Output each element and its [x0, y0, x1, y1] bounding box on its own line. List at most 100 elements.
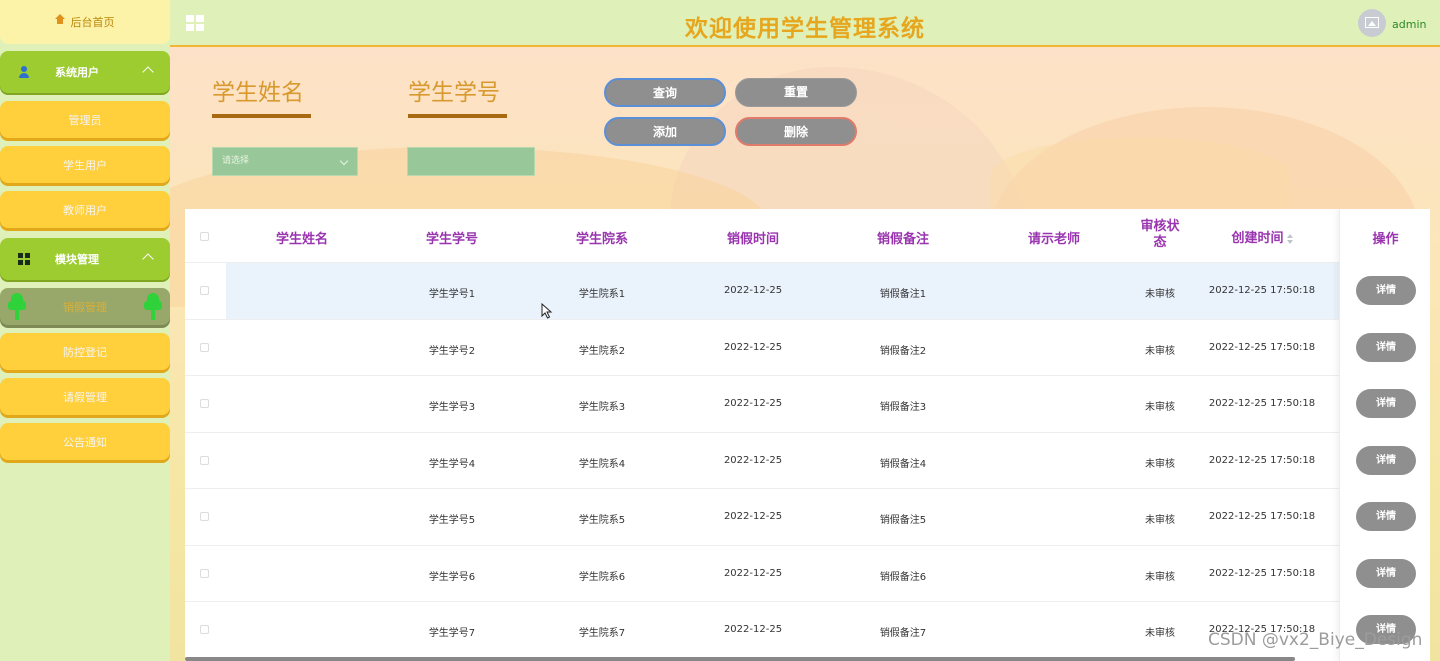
reset-button[interactable]: 重置: [735, 78, 857, 107]
detail-button[interactable]: 详情: [1356, 558, 1416, 588]
grid-icon: [18, 253, 30, 265]
label-underline: [408, 114, 507, 118]
table-cell: 学生学号6: [428, 571, 476, 583]
table-cell: 未审核: [1145, 289, 1175, 300]
student-id-input[interactable]: [407, 147, 535, 176]
column-header: 销假备注: [876, 232, 929, 247]
table-cell: 2022-12-25 17:50:18: [1208, 454, 1316, 466]
table-row[interactable]: 学生学号2 学生院系2 2022-12-25 销假备注2 未审核 2022-12-25 1…: [185, 318, 1430, 376]
table-cell: 2022-12-25: [723, 454, 783, 466]
sort-icon: [1286, 233, 1293, 244]
sidebar-item-teacher-users[interactable]: 教师用户: [0, 191, 170, 228]
table-cell: 学生学号2: [428, 345, 476, 357]
table-cell: 学生院系6: [578, 571, 626, 583]
sidebar-home[interactable]: 后台首页: [0, 0, 170, 44]
table-cell: 2022-12-25: [723, 624, 783, 635]
query-button[interactable]: 查询: [604, 78, 726, 107]
user-icon: [18, 66, 30, 78]
detail-button[interactable]: 详情: [1356, 276, 1416, 305]
row-checkbox[interactable]: [200, 512, 209, 521]
select-all-checkbox[interactable]: [200, 232, 209, 241]
detail-button[interactable]: 详情: [1356, 445, 1416, 475]
column-header: 审核状态: [1140, 219, 1180, 250]
table-cell: 学生学号3: [428, 402, 476, 413]
table-cell: 学生学号5: [428, 515, 476, 526]
table-cell: 销假备注6: [879, 571, 927, 583]
sidebar-group-label: 系统用户: [55, 66, 99, 79]
label-underline: [212, 114, 311, 118]
detail-button[interactable]: 详情: [1356, 332, 1416, 362]
table-row[interactable]: 学生学号5 学生院系5 2022-12-25 销假备注5 未审核 2022-12-25 1…: [185, 488, 1430, 545]
table-cell: 销假备注4: [879, 458, 927, 470]
delete-button[interactable]: 删除: [735, 117, 857, 146]
column-header: 学生院系: [575, 232, 628, 247]
table-row[interactable]: 学生学号1 学生院系1 2022-12-25 销假备注1 未审核 2022-12-25 1…: [185, 262, 1430, 319]
top-header: 欢迎使用学生管理系统 admin: [170, 0, 1440, 47]
table-cell: 2022-12-25: [723, 567, 783, 579]
watermark: CSDN @vx2_Biye_Design: [1208, 630, 1423, 650]
table-cell: 未审核: [1145, 628, 1175, 639]
table-row[interactable]: 学生学号3 学生院系3 2022-12-25 销假备注3 未审核 2022-12-25 1…: [185, 375, 1430, 432]
table-cell: 学生院系4: [578, 458, 626, 470]
row-checkbox[interactable]: [200, 568, 209, 578]
table-row[interactable]: 学生学号4 学生院系4 2022-12-25 销假备注4 未审核 2022-12-25 1…: [185, 431, 1430, 489]
table-cell: 销假备注1: [879, 289, 927, 300]
sidebar-group-system-users[interactable]: 系统用户: [0, 51, 170, 93]
table-cell: 2022-12-25 17:50:18: [1208, 285, 1316, 296]
table-cell: 2022-12-25 17:50:18: [1208, 567, 1316, 579]
row-checkbox[interactable]: [200, 286, 209, 295]
sidebar-item-label: 销假管理: [63, 300, 107, 314]
table-cell: 2022-12-25: [723, 398, 783, 409]
table-cell: 学生院系5: [578, 515, 626, 526]
sidebar-item-label: 教师用户: [63, 203, 107, 217]
table-cell: 2022-12-25: [723, 511, 783, 522]
sidebar-item-announcements[interactable]: 公告通知: [0, 423, 170, 460]
sidebar-item-leave-cancel[interactable]: 销假管理: [0, 288, 170, 325]
sidebar-item-label: 请假管理: [63, 390, 107, 404]
sidebar-item-admin[interactable]: 管理员: [0, 101, 170, 138]
table-cell: 学生院系2: [578, 345, 626, 357]
table-cell: 未审核: [1145, 458, 1175, 470]
sidebar-item-leave-management[interactable]: 请假管理: [0, 378, 170, 415]
detail-button[interactable]: 详情: [1356, 389, 1416, 418]
row-checkbox[interactable]: [200, 625, 209, 634]
sidebar: 后台首页 系统用户 管理员 学生用户 教师用户 模块管理 销假管理 防控登记 请…: [0, 0, 170, 661]
username[interactable]: admin: [1392, 18, 1426, 31]
chevron-down-icon: [339, 156, 349, 166]
table-cell: 学生学号7: [428, 628, 476, 639]
column-header-created[interactable]: 创建时间: [1207, 227, 1317, 246]
data-table: 学生姓名 学生学号 学生院系 销假时间 销假备注 请示老师 审核状态 创建时间 …: [185, 209, 1430, 661]
image-icon: [1365, 17, 1379, 28]
row-checkbox[interactable]: [200, 399, 209, 408]
column-header-label: 创建时间: [1231, 231, 1284, 246]
sidebar-item-epidemic-registration[interactable]: 防控登记: [0, 333, 170, 370]
table-cell: 2022-12-25: [723, 341, 783, 353]
horizontal-scrollbar[interactable]: [185, 657, 1295, 661]
page-title: 欢迎使用学生管理系统: [685, 16, 925, 42]
row-checkbox[interactable]: [200, 455, 209, 465]
operation-column: 操作 详情 详情 详情 详情 详情 详情 详情: [1339, 209, 1430, 661]
sidebar-item-label: 防控登记: [63, 345, 107, 359]
column-header: 操作: [1372, 232, 1399, 247]
column-header: 请示老师: [1027, 232, 1080, 247]
chevron-up-icon: [142, 66, 154, 78]
student-name-select[interactable]: 请选择: [212, 147, 358, 176]
chevron-up-icon: [142, 253, 154, 265]
sidebar-group-label: 模块管理: [55, 253, 99, 266]
table-cell: 学生学号1: [428, 289, 476, 300]
column-header: 销假时间: [726, 232, 779, 247]
table-cell: 未审核: [1145, 402, 1175, 413]
row-checkbox[interactable]: [200, 342, 209, 352]
detail-button[interactable]: 详情: [1356, 502, 1416, 531]
sidebar-group-module-management[interactable]: 模块管理: [0, 238, 170, 280]
student-id-label: 学生学号: [408, 80, 500, 106]
avatar[interactable]: [1358, 9, 1386, 37]
sidebar-item-label: 公告通知: [63, 435, 107, 449]
table-row[interactable]: 学生学号6 学生院系6 2022-12-25 销假备注6 未审核 2022-12-25 1…: [185, 544, 1430, 602]
table-cell: 学生院系1: [578, 289, 626, 300]
sidebar-item-student-users[interactable]: 学生用户: [0, 146, 170, 183]
column-header: 学生学号: [425, 232, 478, 247]
table-cell: 销假备注2: [879, 345, 927, 357]
add-button[interactable]: 添加: [604, 117, 726, 146]
sidebar-item-label: 学生用户: [63, 158, 107, 172]
